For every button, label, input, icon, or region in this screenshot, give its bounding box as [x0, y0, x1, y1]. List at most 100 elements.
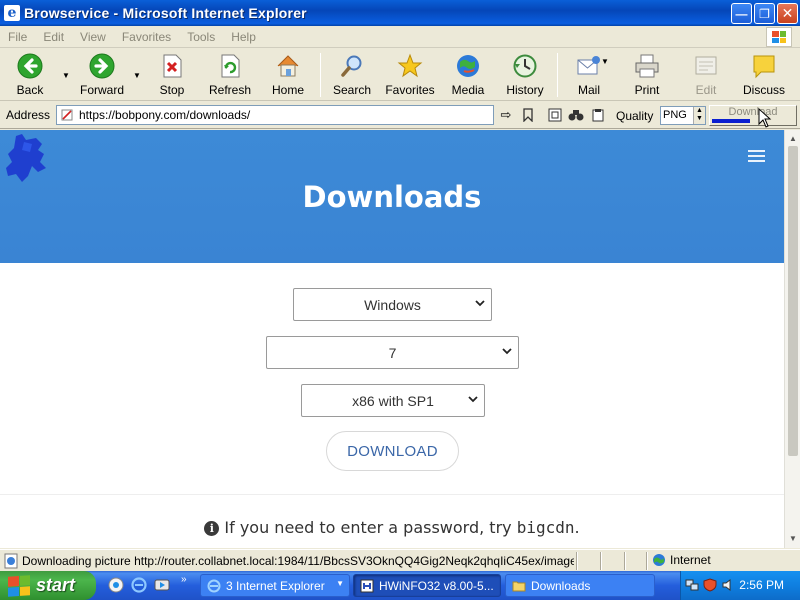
- history-icon: [512, 53, 538, 79]
- discuss-button[interactable]: Discuss: [736, 53, 792, 97]
- password-code: bigcdn: [516, 518, 575, 537]
- page-find-icon[interactable]: [546, 106, 564, 124]
- stop-button[interactable]: Stop: [144, 53, 200, 97]
- back-dropdown-icon[interactable]: ▼: [62, 71, 70, 80]
- info-icon: i: [204, 521, 220, 536]
- system-tray: 2:56 PM: [680, 571, 800, 600]
- ie-icon: e: [4, 5, 20, 21]
- minimize-button[interactable]: —: [731, 3, 752, 24]
- ie-quicklaunch-icon[interactable]: [131, 577, 147, 593]
- go-arrow-icon[interactable]: ⇨: [497, 106, 515, 124]
- favorites-button[interactable]: Favorites: [382, 53, 438, 97]
- status-bar: Downloading picture http://router.collab…: [0, 549, 800, 571]
- quality-spinner[interactable]: ▲ ▼: [693, 107, 705, 124]
- windows-flag-icon: [8, 574, 30, 597]
- history-button[interactable]: History: [497, 53, 553, 97]
- menu-favorites[interactable]: Favorites: [114, 30, 179, 44]
- task-internet-explorer[interactable]: 3 Internet Explorer ▼: [200, 574, 350, 597]
- mail-dropdown-icon[interactable]: ▼: [601, 57, 609, 66]
- section-divider: [0, 494, 784, 495]
- status-text: Downloading picture http://router.collab…: [22, 554, 574, 568]
- media-button[interactable]: Media: [440, 53, 496, 97]
- chevron-down-icon: [468, 396, 478, 403]
- refresh-icon: [217, 53, 243, 79]
- download-toolbar-button[interactable]: Download: [709, 105, 797, 126]
- home-icon: [275, 53, 301, 79]
- clipboard-icon[interactable]: [589, 106, 607, 124]
- architecture-select[interactable]: x86 with SP1: [301, 384, 485, 417]
- page-header: Downloads: [0, 130, 784, 263]
- version-select[interactable]: 7: [266, 336, 519, 369]
- chevron-down-icon: [502, 348, 512, 355]
- maximize-button[interactable]: ❐: [754, 3, 775, 24]
- task-group-arrow-icon: ▼: [336, 579, 344, 588]
- back-button[interactable]: Back: [2, 53, 58, 97]
- menu-tools[interactable]: Tools: [179, 30, 223, 44]
- search-button[interactable]: Search: [324, 53, 380, 97]
- mouse-cursor-icon: [758, 108, 772, 128]
- toolbar: Back ▼ Forward ▼ Stop Refresh Home Searc…: [0, 49, 800, 101]
- status-divider: [600, 552, 602, 570]
- os-select[interactable]: Windows: [293, 288, 492, 321]
- pony-logo-icon[interactable]: [2, 132, 50, 184]
- security-zone: Internet: [652, 553, 711, 567]
- home-button[interactable]: Home: [260, 53, 316, 97]
- password-note: i If you need to enter a password, try bi…: [0, 518, 784, 537]
- back-arrow-icon: [17, 53, 43, 79]
- download-progress-bar: [712, 119, 750, 123]
- folder-icon: [512, 581, 526, 591]
- address-label: Address: [6, 108, 51, 122]
- menu-edit[interactable]: Edit: [35, 30, 72, 44]
- volume-tray-icon[interactable]: [721, 578, 735, 592]
- task-downloads-folder[interactable]: Downloads: [505, 574, 655, 597]
- window-controls: — ❐ ✕: [731, 3, 798, 24]
- start-button[interactable]: start: [0, 571, 96, 600]
- network-tray-icon[interactable]: [685, 578, 699, 592]
- forward-button[interactable]: Forward: [74, 53, 130, 97]
- status-divider: [576, 552, 578, 570]
- clock[interactable]: 2:56 PM: [739, 578, 784, 592]
- address-input[interactable]: https://bobpony.com/downloads/: [56, 105, 494, 125]
- menu-view[interactable]: View: [72, 30, 114, 44]
- menu-help[interactable]: Help: [223, 30, 264, 44]
- search-icon: [339, 53, 365, 79]
- refresh-button[interactable]: Refresh: [202, 53, 258, 97]
- toolbar-separator: [320, 53, 321, 97]
- binoculars-icon[interactable]: [567, 106, 585, 124]
- hwinfo-icon: [360, 579, 374, 592]
- scroll-up-icon[interactable]: ▲: [786, 132, 800, 146]
- page-icon: [61, 109, 73, 121]
- scroll-thumb[interactable]: [788, 146, 798, 456]
- menu-file[interactable]: File: [0, 30, 35, 44]
- status-divider: [624, 552, 626, 570]
- show-desktop-icon[interactable]: [108, 577, 124, 593]
- media-player-quicklaunch-icon[interactable]: [154, 577, 170, 593]
- print-button[interactable]: Print: [619, 53, 675, 97]
- shield-tray-icon[interactable]: [703, 578, 717, 592]
- media-icon: [455, 53, 481, 79]
- vertical-scrollbar[interactable]: ▲ ▼: [784, 130, 800, 548]
- forward-dropdown-icon[interactable]: ▼: [133, 71, 141, 80]
- task-hwinfo[interactable]: HWiNFO32 v8.00-5...: [353, 574, 501, 597]
- title-bar: e Browservice - Microsoft Internet Explo…: [0, 0, 800, 26]
- quality-select[interactable]: PNG ▲ ▼: [660, 106, 706, 125]
- toolbar-separator: [557, 53, 558, 97]
- quicklaunch-more-icon[interactable]: »: [181, 574, 187, 585]
- close-button[interactable]: ✕: [777, 3, 798, 24]
- stop-icon: [159, 53, 185, 79]
- edit-icon: [693, 53, 719, 79]
- address-bar: Address https://bobpony.com/downloads/ ⇨…: [0, 102, 800, 129]
- printer-icon: [634, 53, 660, 79]
- star-icon: [397, 53, 423, 79]
- loading-page-icon: [4, 553, 18, 569]
- download-button[interactable]: DOWNLOAD: [326, 431, 459, 471]
- hamburger-menu-icon[interactable]: [748, 150, 765, 162]
- bookmark-icon[interactable]: [519, 106, 537, 124]
- window-title: Browservice - Microsoft Internet Explore…: [24, 5, 307, 21]
- scroll-down-icon[interactable]: ▼: [786, 532, 800, 546]
- menu-bar: File Edit View Favorites Tools Help: [0, 26, 800, 48]
- web-page: Downloads Windows 7 x86 with SP1 DOWNLOA…: [0, 130, 784, 548]
- windows-logo-icon: [766, 27, 792, 47]
- ie-icon: [207, 579, 221, 592]
- taskbar: start » 3 Internet Explorer ▼ HWiNFO32 v…: [0, 571, 800, 600]
